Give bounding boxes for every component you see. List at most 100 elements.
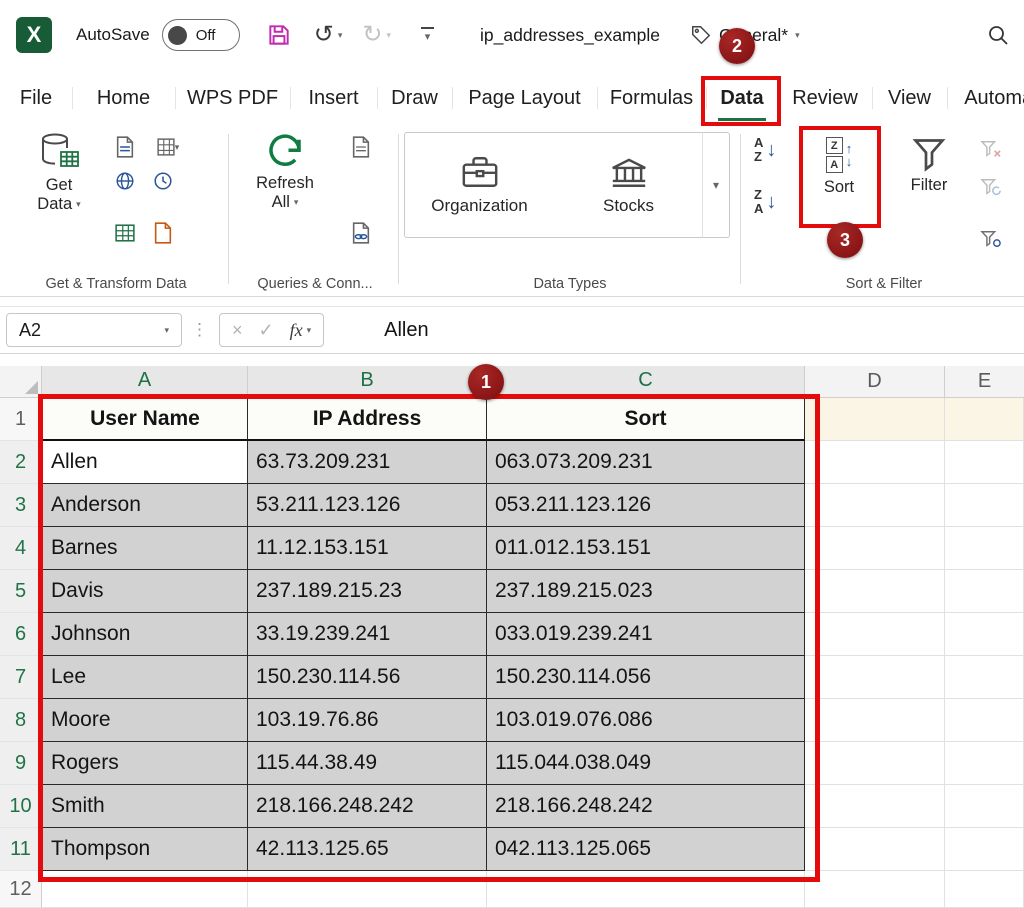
- cell-B12[interactable]: [248, 871, 487, 908]
- from-table-range-button[interactable]: [112, 220, 138, 246]
- cell-B2[interactable]: 63.73.209.231: [248, 441, 487, 484]
- cell-C2[interactable]: 063.073.209.231: [487, 441, 805, 484]
- tab-insert[interactable]: Insert: [290, 70, 377, 126]
- sort-button[interactable]: Z A ↑ ↓ Sort: [802, 132, 876, 197]
- cell-D10[interactable]: [805, 785, 945, 828]
- gallery-more-button[interactable]: ▾: [702, 132, 730, 238]
- cell-D12[interactable]: [805, 871, 945, 908]
- name-box[interactable]: A2 ▾: [6, 313, 182, 347]
- cell-A9[interactable]: Rogers: [42, 742, 248, 785]
- column-header-C[interactable]: C: [487, 366, 805, 397]
- cell-E11[interactable]: [945, 828, 1024, 871]
- cell-C9[interactable]: 115.044.038.049: [487, 742, 805, 785]
- select-all-corner[interactable]: [0, 366, 42, 397]
- cell-E1[interactable]: [945, 398, 1024, 441]
- cell-A12[interactable]: [42, 871, 248, 908]
- reapply-filter-button[interactable]: [978, 174, 1004, 200]
- cell-A8[interactable]: Moore: [42, 699, 248, 742]
- cancel-button[interactable]: ×: [232, 320, 243, 341]
- cell-C1[interactable]: Sort: [487, 398, 805, 441]
- cell-B8[interactable]: 103.19.76.86: [248, 699, 487, 742]
- cell-D8[interactable]: [805, 699, 945, 742]
- row-header-12[interactable]: 12: [0, 871, 42, 908]
- advanced-filter-button[interactable]: [978, 226, 1004, 252]
- connection-properties-button[interactable]: [348, 134, 374, 160]
- cell-C4[interactable]: 011.012.153.151: [487, 527, 805, 570]
- cell-E5[interactable]: [945, 570, 1024, 613]
- edit-links-button[interactable]: [348, 220, 374, 246]
- cell-B11[interactable]: 42.113.125.65: [248, 828, 487, 871]
- save-button[interactable]: [266, 22, 292, 48]
- cell-C7[interactable]: 150.230.114.056: [487, 656, 805, 699]
- search-button[interactable]: [986, 23, 1010, 47]
- clear-filter-button[interactable]: [978, 136, 1004, 162]
- from-picture-button[interactable]: [150, 220, 176, 246]
- tab-view[interactable]: View: [872, 70, 947, 126]
- cell-D6[interactable]: [805, 613, 945, 656]
- cell-E4[interactable]: [945, 527, 1024, 570]
- cell-D2[interactable]: [805, 441, 945, 484]
- row-header-1[interactable]: 1: [0, 398, 42, 441]
- get-data-button[interactable]: Get Data ▾: [18, 130, 100, 214]
- enter-button[interactable]: ✓: [259, 320, 274, 341]
- tab-review[interactable]: Review: [778, 70, 872, 126]
- row-header-6[interactable]: 6: [0, 613, 42, 656]
- row-header-3[interactable]: 3: [0, 484, 42, 527]
- cell-E6[interactable]: [945, 613, 1024, 656]
- row-header-5[interactable]: 5: [0, 570, 42, 613]
- cell-C10[interactable]: 218.166.248.242: [487, 785, 805, 828]
- cell-E3[interactable]: [945, 484, 1024, 527]
- cell-B10[interactable]: 218.166.248.242: [248, 785, 487, 828]
- cell-A4[interactable]: Barnes: [42, 527, 248, 570]
- cell-A10[interactable]: Smith: [42, 785, 248, 828]
- cell-D4[interactable]: [805, 527, 945, 570]
- sort-ascending-button[interactable]: AZ ↓: [754, 136, 776, 163]
- tab-formulas[interactable]: Formulas: [597, 70, 706, 126]
- cell-E9[interactable]: [945, 742, 1024, 785]
- cell-C11[interactable]: 042.113.125.065: [487, 828, 805, 871]
- cell-C3[interactable]: 053.211.123.126: [487, 484, 805, 527]
- filter-button[interactable]: Filter: [896, 132, 962, 195]
- cell-A11[interactable]: Thompson: [42, 828, 248, 871]
- cell-D5[interactable]: [805, 570, 945, 613]
- formula-bar-value[interactable]: Allen: [384, 319, 428, 342]
- redo-button[interactable]: ↻ ▾: [362, 23, 391, 47]
- cell-A7[interactable]: Lee: [42, 656, 248, 699]
- row-header-7[interactable]: 7: [0, 656, 42, 699]
- cell-B7[interactable]: 150.230.114.56: [248, 656, 487, 699]
- row-header-2[interactable]: 2: [0, 441, 42, 484]
- cell-E8[interactable]: [945, 699, 1024, 742]
- recent-sources-button[interactable]: ▾: [150, 134, 186, 160]
- tab-automate[interactable]: Automate: [947, 70, 1024, 126]
- cell-E12[interactable]: [945, 871, 1024, 908]
- tab-file[interactable]: File: [0, 70, 72, 126]
- cell-D3[interactable]: [805, 484, 945, 527]
- cell-B9[interactable]: 115.44.38.49: [248, 742, 487, 785]
- row-header-8[interactable]: 8: [0, 699, 42, 742]
- data-type-organization[interactable]: Organization: [405, 133, 554, 237]
- cell-D11[interactable]: [805, 828, 945, 871]
- cell-B6[interactable]: 33.19.239.241: [248, 613, 487, 656]
- cell-A2[interactable]: Allen: [42, 441, 248, 484]
- tab-draw[interactable]: Draw: [377, 70, 452, 126]
- tab-data[interactable]: Data: [706, 70, 778, 126]
- cell-E2[interactable]: [945, 441, 1024, 484]
- column-header-D[interactable]: D: [805, 366, 945, 397]
- column-header-B[interactable]: B: [248, 366, 487, 397]
- row-header-10[interactable]: 10: [0, 785, 42, 828]
- existing-connections-button[interactable]: [150, 168, 176, 194]
- cell-D1[interactable]: [805, 398, 945, 441]
- cell-B1[interactable]: IP Address: [248, 398, 487, 441]
- row-header-4[interactable]: 4: [0, 527, 42, 570]
- cell-E10[interactable]: [945, 785, 1024, 828]
- row-header-11[interactable]: 11: [0, 828, 42, 871]
- column-header-E[interactable]: E: [945, 366, 1024, 397]
- cell-A3[interactable]: Anderson: [42, 484, 248, 527]
- column-header-A[interactable]: A: [42, 366, 248, 397]
- tab-page-layout[interactable]: Page Layout: [452, 70, 597, 126]
- cell-D9[interactable]: [805, 742, 945, 785]
- cell-C6[interactable]: 033.019.239.241: [487, 613, 805, 656]
- cell-D7[interactable]: [805, 656, 945, 699]
- cell-A1[interactable]: User Name: [42, 398, 248, 441]
- customize-toolbar-button[interactable]: ▾: [421, 27, 434, 43]
